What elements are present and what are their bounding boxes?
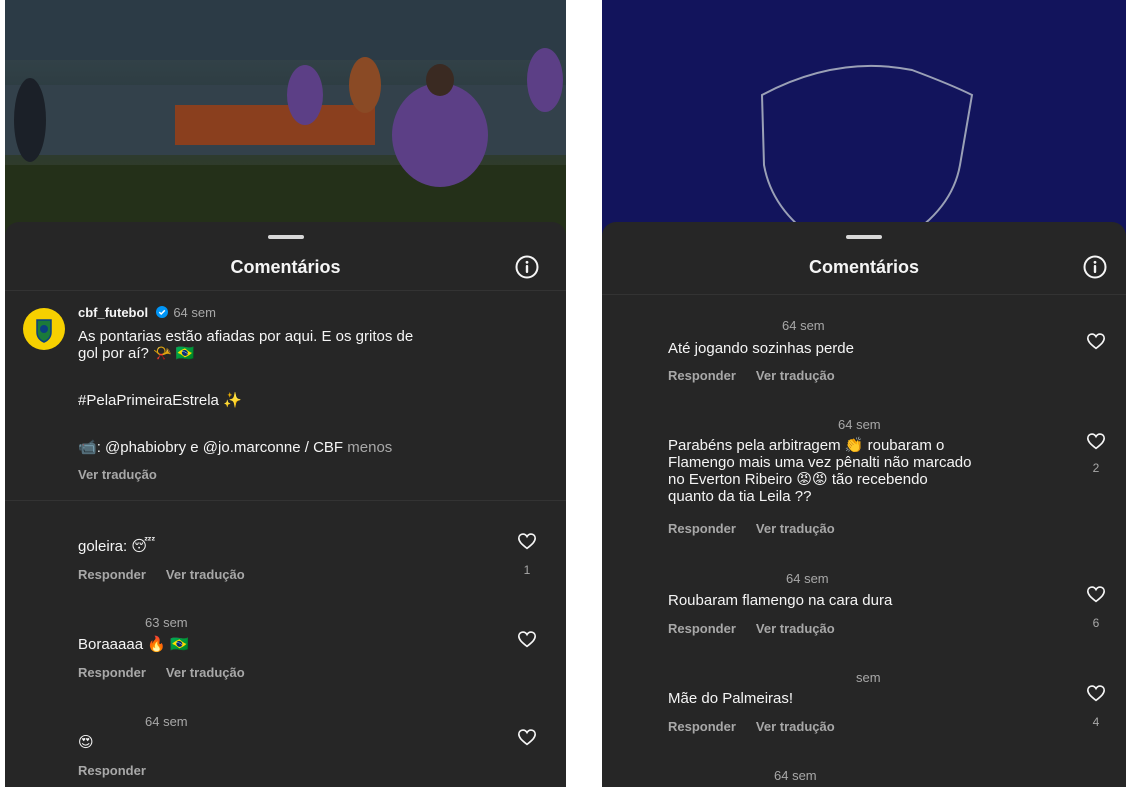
info-icon[interactable]: [1083, 255, 1107, 279]
sheet-title: Comentários: [230, 257, 341, 277]
heart-icon[interactable]: [517, 532, 537, 550]
comment-actions: Responder Ver tradução: [78, 665, 265, 680]
post-image-background: [602, 0, 1126, 240]
translate-link[interactable]: Ver tradução: [166, 567, 245, 582]
comment-actions: Responder Ver tradução: [668, 719, 855, 734]
like-count: 2: [1092, 461, 1100, 475]
caption-text-line2: gol por aí? 📯 🇧🇷: [78, 345, 195, 362]
cbf-avatar[interactable]: [23, 308, 65, 350]
translate-link[interactable]: Ver tradução: [756, 521, 835, 536]
heart-icon[interactable]: [1086, 684, 1106, 702]
comment-text: Mãe do Palmeiras!: [668, 690, 794, 707]
caption-credits-text[interactable]: : @phabiobry e @jo.marconne / CBF: [97, 439, 343, 456]
comment-time: 64 sem: [774, 768, 817, 783]
comment-time: sem: [856, 670, 881, 685]
training-photo-icon: [5, 0, 566, 240]
less-link[interactable]: menos: [347, 439, 392, 456]
translate-link[interactable]: Ver tradução: [166, 665, 245, 680]
comment-time: 64 sem: [838, 417, 881, 432]
comment-actions: Responder: [78, 763, 166, 778]
cbf-crest-icon: [760, 64, 974, 240]
caption-divider: [5, 500, 566, 501]
header-divider: [602, 294, 1126, 295]
drag-handle[interactable]: [846, 235, 882, 239]
comment-text: Até jogando sozinhas perde: [668, 340, 854, 357]
comment-time: 63 sem: [145, 615, 188, 630]
heart-icon[interactable]: [517, 728, 537, 746]
translate-link[interactable]: Ver tradução: [756, 719, 835, 734]
sheet-title: Comentários: [808, 257, 920, 277]
comment-item: 63 sem Boraaaaa 🔥 🇧🇷 Responder Ver traduç…: [5, 608, 566, 698]
comment-actions: Responder Ver tradução: [668, 621, 855, 636]
reply-link[interactable]: Responder: [78, 665, 146, 680]
reply-link[interactable]: Responder: [668, 719, 736, 734]
post-photo-background: [5, 0, 566, 240]
translate-link[interactable]: Ver tradução: [756, 621, 835, 636]
heart-icon[interactable]: [1086, 432, 1106, 450]
like-count: 1: [523, 563, 531, 577]
comment-text: goleira: 😴: [78, 538, 156, 555]
reply-link[interactable]: Responder: [78, 567, 146, 582]
reply-link[interactable]: Responder: [668, 621, 736, 636]
comment-text: Boraaaaa 🔥 🇧🇷: [78, 636, 189, 653]
reply-link[interactable]: Responder: [668, 368, 736, 383]
drag-handle[interactable]: [267, 235, 304, 239]
right-comments-screen: Comentários 64 sem Até jogando sozinhas …: [602, 0, 1126, 787]
info-icon[interactable]: [515, 255, 539, 279]
comment-actions: Responder Ver tradução: [668, 521, 855, 536]
comment-text-line: Flamengo mais uma vez pênalti não marcad…: [668, 454, 972, 471]
comment-text-line: quanto da tia Leila ??: [668, 488, 812, 505]
comment-item: goleira: 😴 Responder Ver tradução 1: [5, 510, 566, 600]
caption-translate-link[interactable]: Ver tradução: [78, 467, 157, 482]
translate-link[interactable]: Ver tradução: [756, 368, 835, 383]
reply-link[interactable]: Responder: [78, 763, 146, 778]
left-comments-screen: Comentários cbf_futebol 64 sem As pontar…: [5, 0, 566, 787]
comment-item: sem Mãe do Palmeiras! Responder Ver tradu…: [602, 662, 1126, 752]
verified-badge-icon: [155, 306, 168, 318]
post-caption: cbf_futebol 64 sem As pontarias estão af…: [5, 300, 566, 500]
caption-username-line: cbf_futebol 64 sem: [78, 305, 216, 320]
like-count: 4: [1092, 715, 1100, 729]
reply-link[interactable]: Responder: [668, 521, 736, 536]
header-divider: [5, 290, 566, 291]
caption-username[interactable]: cbf_futebol: [78, 305, 148, 320]
caption-credits: 📹: @phabiobry e @jo.marconne / CBF menos: [78, 440, 392, 456]
comment-text-line: no Everton Ribeiro 😡😡 tão recebendo: [668, 471, 928, 488]
comment-item: 64 sem Roubaram flamengo na cara dura Re…: [602, 563, 1126, 653]
comment-time: 64 sem: [786, 571, 829, 586]
comment-actions: Responder Ver tradução: [668, 368, 855, 383]
comment-item: 64 sem Parabéns pela arbitragem 👏 roubar…: [602, 410, 1126, 550]
comment-item: 64 sem Até jogando sozinhas perde Respon…: [602, 310, 1126, 400]
comment-actions: Responder Ver tradução: [78, 567, 265, 582]
caption-text-line1: As pontarias estão afiadas por aqui. E o…: [78, 328, 414, 345]
caption-actions: Ver tradução: [78, 467, 177, 482]
heart-icon[interactable]: [517, 630, 537, 648]
heart-icon[interactable]: [1086, 585, 1106, 603]
heart-icon[interactable]: [1086, 332, 1106, 350]
comment-item: 64 sem: [602, 760, 1126, 787]
comment-time: 64 sem: [145, 714, 188, 729]
comment-text: Roubaram flamengo na cara dura: [668, 592, 893, 609]
caption-time: 64 sem: [173, 305, 216, 320]
comment-item: 64 sem 😍 Responder: [5, 706, 566, 786]
comment-time: 64 sem: [782, 318, 825, 333]
comment-text-line: Parabéns pela arbitragem 👏 roubaram o: [668, 437, 945, 454]
like-count: 6: [1092, 616, 1100, 630]
caption-hashtag[interactable]: #PelaPrimeiraEstrela ✨: [78, 393, 242, 409]
camera-icon: 📹: [78, 439, 97, 456]
comment-text: 😍: [78, 734, 94, 751]
